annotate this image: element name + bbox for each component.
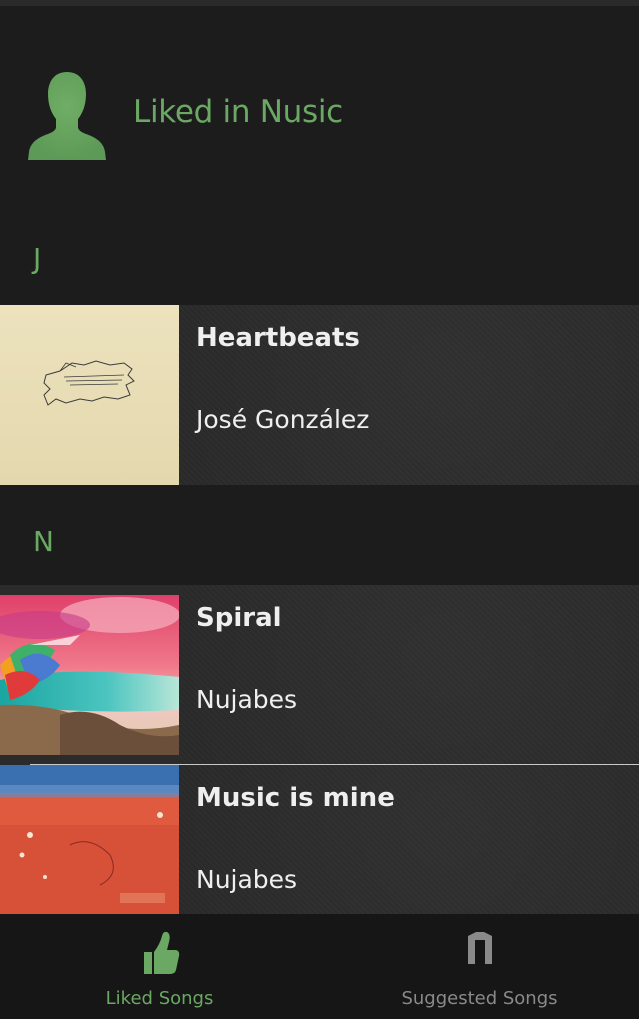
spiral-album-art bbox=[0, 585, 179, 765]
tab-label: Suggested Songs bbox=[401, 988, 558, 1009]
song-row-spiral[interactable]: Spiral Nujabes bbox=[0, 585, 639, 765]
song-artist: José González bbox=[196, 405, 370, 434]
page-title: Liked in Nusic bbox=[133, 94, 343, 130]
song-title: Heartbeats bbox=[196, 323, 360, 353]
song-row-music-is-mine[interactable]: Music is mine Nujabes bbox=[0, 765, 639, 914]
profile-header: Liked in Nusic bbox=[0, 6, 639, 220]
section-header-n: N bbox=[0, 485, 639, 585]
heartbeats-album-art bbox=[0, 305, 179, 485]
song-title: Spiral bbox=[196, 603, 282, 633]
modal-soul-album-art bbox=[0, 765, 179, 914]
song-artist: Nujabes bbox=[196, 685, 298, 714]
app-root: Liked in Nusic J Heartbeats José Gonzále… bbox=[0, 0, 639, 1019]
tab-suggested-songs[interactable]: Suggested Songs bbox=[320, 914, 639, 1019]
tab-liked-songs[interactable]: Liked Songs bbox=[0, 914, 319, 1019]
song-title: Music is mine bbox=[196, 783, 395, 813]
section-letter: N bbox=[33, 525, 54, 558]
thumbs-up-icon bbox=[140, 930, 180, 980]
suggested-icon bbox=[466, 930, 494, 968]
song-row-heartbeats[interactable]: Heartbeats José González bbox=[0, 305, 639, 485]
person-silhouette-icon[interactable] bbox=[26, 72, 108, 160]
tab-label: Liked Songs bbox=[105, 988, 214, 1009]
section-header-j: J bbox=[0, 220, 639, 300]
section-letter: J bbox=[33, 242, 42, 275]
tab-bar: Liked Songs Suggested Songs bbox=[0, 914, 639, 1019]
song-artist: Nujabes bbox=[196, 865, 298, 894]
